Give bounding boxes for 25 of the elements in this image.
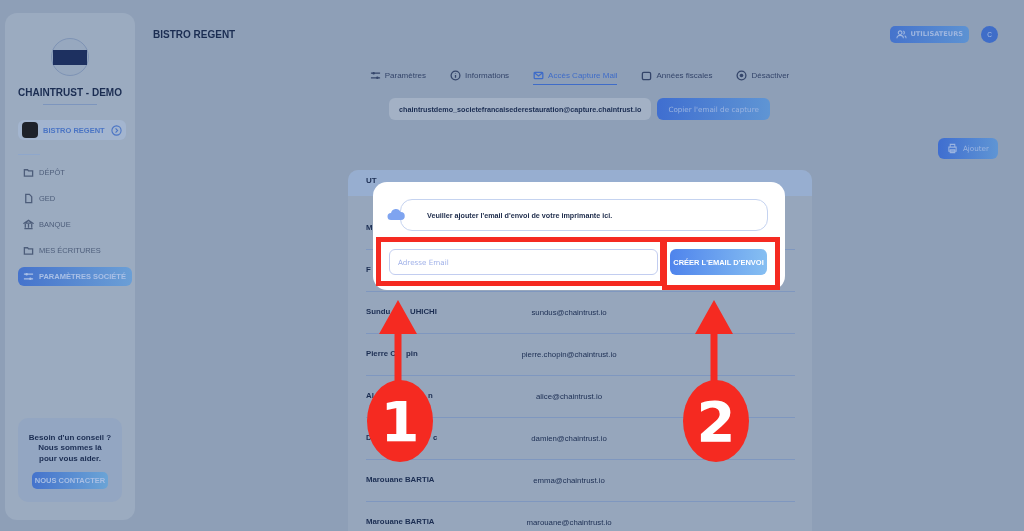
tab[interactable]: Paramètres <box>369 70 427 85</box>
tab[interactable]: Années fiscales <box>641 70 713 85</box>
tab[interactable]: Désactiver <box>736 70 790 85</box>
chevron-right-icon <box>111 124 122 136</box>
info-icon <box>450 70 462 81</box>
help-text: Besoin d'un conseil ? Nous sommes là pour vous aider. <box>28 432 112 464</box>
users-icon <box>895 28 907 40</box>
folder-icon <box>23 245 34 256</box>
sliders-icon <box>369 70 381 81</box>
company-avatar <box>22 122 38 138</box>
folder-icon <box>23 167 34 178</box>
company-logo <box>51 38 89 76</box>
page-title: BISTRO REGENT <box>153 28 236 40</box>
calendar-icon <box>641 70 653 81</box>
organization-name: CHAINTRUST - DEMO <box>18 87 122 98</box>
printer-icon <box>946 143 958 154</box>
tab[interactable]: Informations <box>450 70 510 85</box>
stop-icon <box>736 70 748 81</box>
mail-icon <box>533 70 545 81</box>
tab[interactable]: Accès Capture Mail <box>533 70 618 85</box>
bank-icon <box>23 219 34 230</box>
file-icon <box>23 193 34 204</box>
cloud-icon <box>387 207 405 223</box>
column-header: UT <box>366 175 377 185</box>
sliders-icon <box>23 271 34 282</box>
